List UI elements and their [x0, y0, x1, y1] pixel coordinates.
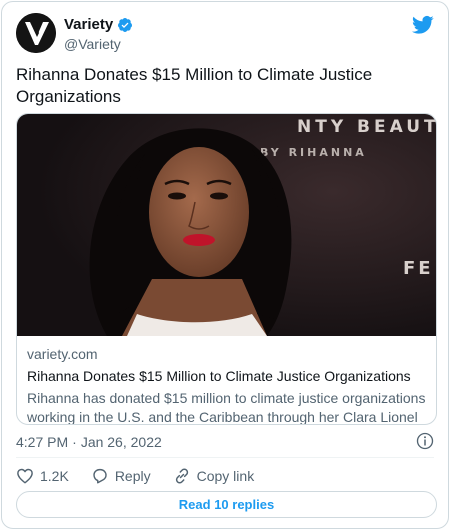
card-description: Rihanna has donated $15 million to clima…	[27, 390, 426, 425]
author-name-row: Variety	[64, 16, 133, 33]
copy-link-label: Copy link	[196, 468, 255, 484]
reply-bubble-icon	[93, 468, 107, 484]
copy-link-button[interactable]: Copy link	[173, 467, 255, 485]
tweet-timestamp[interactable]: 4:27 PM · Jan 26, 2022	[16, 434, 162, 450]
twitter-bird-icon[interactable]	[412, 15, 434, 35]
tweet-embed: Variety @Variety Rihanna Donates $15 Mil…	[1, 1, 449, 529]
card-title: Rihanna Donates $15 Million to Climate J…	[27, 368, 411, 384]
card-domain: variety.com	[27, 346, 98, 362]
avatar[interactable]	[16, 13, 56, 53]
tweet-date[interactable]: Jan 26, 2022	[81, 434, 162, 450]
svg-text:FE: FE	[403, 258, 434, 279]
timestamp-separator: ·	[72, 434, 77, 450]
info-icon[interactable]	[416, 432, 434, 450]
svg-text:BY RIHANNA: BY RIHANNA	[260, 146, 367, 159]
link-preview-card[interactable]: NTY BEAUTY BY RIHANNA FE	[16, 113, 437, 425]
tweet-time[interactable]: 4:27 PM	[16, 434, 68, 450]
variety-logo-icon	[16, 13, 56, 53]
link-icon	[175, 468, 188, 484]
tweet-actions: 1.2K Reply Copy link	[16, 466, 276, 486]
reply-label: Reply	[114, 468, 151, 484]
card-meta: variety.com Rihanna Donates $15 Million …	[27, 345, 426, 425]
like-count: 1.2K	[40, 468, 69, 484]
divider	[16, 457, 434, 458]
like-button[interactable]: 1.2K	[16, 467, 69, 485]
tweet-text: Rihanna Donates $15 Million to Climate J…	[16, 65, 373, 106]
svg-text:NTY BEAUTY: NTY BEAUTY	[297, 117, 437, 137]
author-display-name[interactable]: Variety	[64, 16, 113, 33]
read-replies-button[interactable]: Read 10 replies	[16, 491, 437, 518]
article-photo: NTY BEAUTY BY RIHANNA FE	[17, 114, 437, 336]
verified-badge-icon	[118, 17, 133, 32]
heart-icon	[17, 468, 33, 484]
reply-button[interactable]: Reply	[91, 467, 151, 485]
author-handle[interactable]: @Variety	[64, 36, 121, 52]
